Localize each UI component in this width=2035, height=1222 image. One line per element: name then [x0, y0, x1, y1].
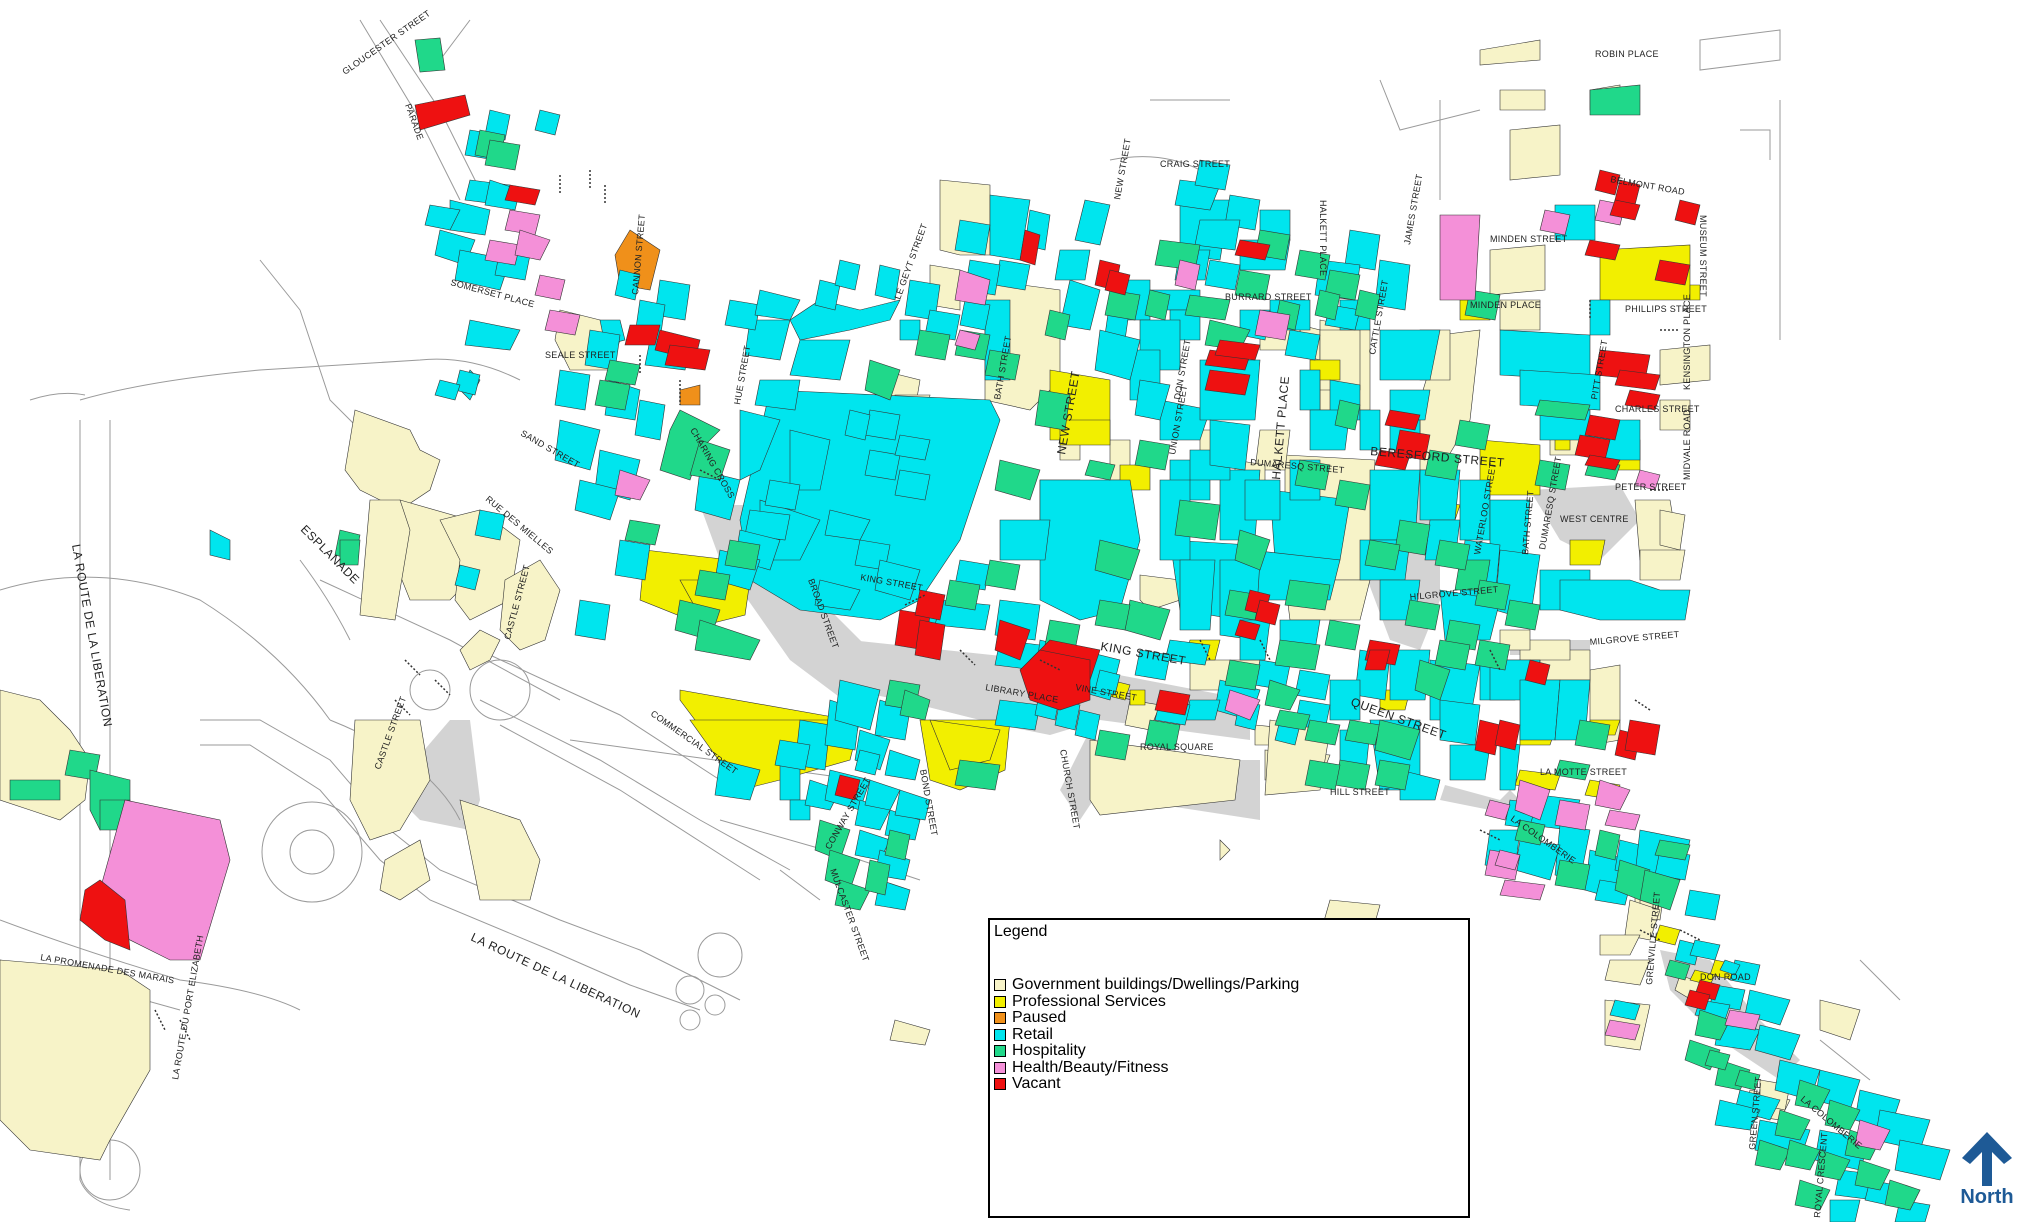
north-label: North — [1960, 1186, 2014, 1208]
legend-item: Health/Beauty/Fitness — [994, 1058, 1299, 1077]
label-minden: MINDEN STREET — [1490, 234, 1568, 244]
legend-label: Professional Services — [1012, 992, 1166, 1010]
legend-label: Government buildings/Dwellings/Parking — [1012, 976, 1300, 994]
label-james: JAMES STREET — [1402, 173, 1424, 245]
label-robin: ROBIN PLACE — [1595, 49, 1659, 59]
label-museum: MUSEUM STREET — [1698, 215, 1708, 297]
arrow-up-icon — [1962, 1132, 2012, 1186]
label-milgrove: MILGROVE STREET — [1589, 629, 1680, 647]
label-midvale: MIDVALE ROAD — [1682, 409, 1692, 480]
legend-swatch — [994, 1045, 1006, 1058]
label-burrard: BURRARD STREET — [1225, 292, 1312, 302]
label-seale: SEALE STREET — [545, 350, 616, 360]
legend-item: Vacant — [994, 1076, 1299, 1093]
legend-item: Government buildings/Dwellings/Parking — [994, 977, 1299, 994]
label-peter: PETER STREET — [1615, 482, 1687, 492]
legend-items: Government buildings/Dwellings/Parking Pr… — [994, 977, 1299, 1093]
label-phillips: PHILLIPS STREET — [1625, 304, 1707, 314]
label-don-road: DON ROAD — [1700, 972, 1751, 982]
legend-swatch — [994, 995, 1006, 1008]
label-hill: HILL STREET — [1330, 787, 1390, 797]
legend-item: Retail — [994, 1025, 1299, 1044]
label-hue: HUE STREET — [732, 344, 752, 405]
north-arrow: North — [1952, 1128, 2022, 1218]
legend-item: Hospitality — [994, 1043, 1299, 1060]
label-new: NEW STREET — [1112, 137, 1133, 200]
label-la-motte: LA MOTTE STREET — [1540, 767, 1627, 777]
legend-swatch — [994, 1012, 1006, 1025]
map-legend: Legend Government buildings/Dwellings/Pa… — [988, 918, 1470, 1218]
legend-swatch — [994, 1078, 1006, 1091]
label-minden-place: MINDEN PLACE — [1470, 300, 1541, 310]
label-craig: CRAIG STREET — [1160, 159, 1230, 169]
legend-item: Paused — [994, 1010, 1299, 1027]
label-bath2: BATH STREET — [1520, 490, 1536, 555]
label-route-liberation: LA ROUTE DE LA LIBERATION — [469, 930, 643, 1021]
legend-label: Paused — [1012, 1009, 1067, 1027]
label-halkett: HALKETT PLACE — [1318, 200, 1328, 276]
label-royal-square: ROYAL SQUARE — [1140, 742, 1214, 752]
label-route-liberation-left: LA ROUTE DE LA LIBERATION — [69, 543, 115, 728]
legend-label: Retail — [1012, 1025, 1053, 1043]
legend-item: Professional Services — [994, 992, 1299, 1011]
legend-label: Vacant — [1012, 1075, 1061, 1093]
legend-title: Legend — [994, 923, 1048, 940]
legend-label: Hospitality — [1012, 1042, 1086, 1060]
legend-swatch — [994, 979, 1006, 992]
label-kensington: KENSINGTON PLACE — [1682, 294, 1692, 390]
legend-label: Health/Beauty/Fitness — [1012, 1058, 1169, 1076]
label-westmount: WEST CENTRE — [1560, 514, 1629, 524]
legend-swatch — [994, 1061, 1006, 1074]
legend-swatch — [994, 1028, 1006, 1041]
